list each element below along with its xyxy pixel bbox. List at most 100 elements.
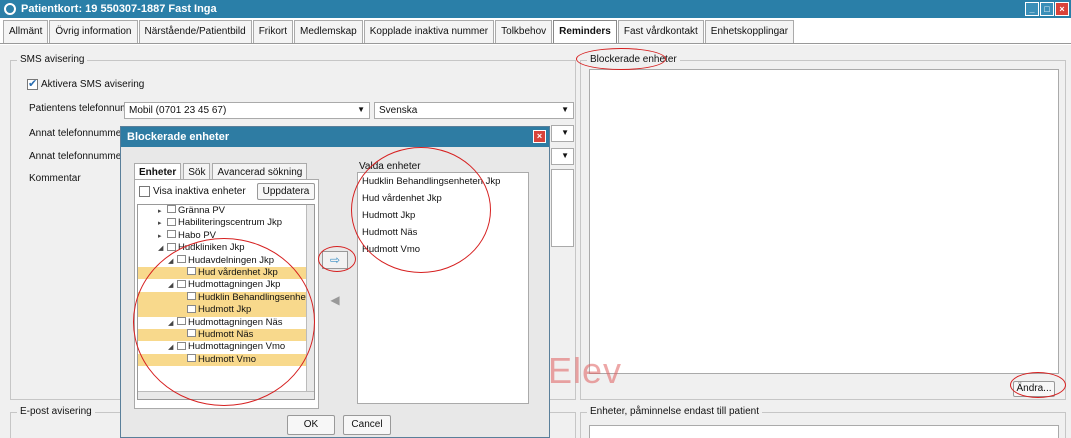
blocked-units-fieldset: Blockerade enheter Ändra... [580,54,1066,400]
unit-house-icon [187,292,196,301]
tab-frikort[interactable]: Frikort [252,20,294,43]
tab-kopplade-inaktiva-nummer[interactable]: Kopplade inaktiva nummer [363,20,495,43]
tab-övrig-information[interactable]: Övrig information [49,20,138,43]
unit-house-icon [167,242,176,251]
window-title: Patientkort: 19 550307-1887 Fast Inga [21,3,217,15]
expand-toggle-icon[interactable]: ▸ [158,206,166,218]
phone-select[interactable]: Mobil (0701 23 45 67) ▼ [124,102,370,119]
cancel-button[interactable]: Cancel [343,415,391,435]
tab-enhetskopplingar[interactable]: Enhetskopplingar [704,20,795,43]
dialog-tab-sök[interactable]: Sök [183,163,211,179]
units-tree[interactable]: ▸ Gränna PV ▸ Habiliteringscentrum Jkp ▸ Habo… [137,204,315,400]
window-controls: _ □ × [1025,2,1069,16]
unit-house-icon [167,230,176,239]
other-phone-select-1[interactable]: ▼ [551,125,574,142]
tree-node[interactable]: ▸ Habiliteringscentrum Jkp [138,217,314,229]
selected-unit-item[interactable]: Hudklin Behandlingsenheten Jkp [358,173,528,190]
selected-unit-item[interactable]: Hud vårdenhet Jkp [358,190,528,207]
show-inactive-checkbox[interactable]: Visa inaktiva enheter [139,186,246,197]
show-inactive-label: Visa inaktiva enheter [153,186,246,198]
expand-toggle-icon[interactable]: ◢ [168,256,176,268]
tree-node[interactable]: ▸ Habo PV [138,230,314,242]
dialog-tab-enheter[interactable]: Enheter [134,163,182,179]
tree-node-label: Hudkliniken Jkp [178,242,245,254]
expand-toggle-icon[interactable]: ▸ [158,231,166,243]
tab-tolkbehov[interactable]: Tolkbehov [495,20,553,43]
tree-node[interactable]: Hudmott Vmo [138,353,314,367]
tab-fast-vårdkontakt[interactable]: Fast vårdkontakt [617,20,704,43]
tab-allmänt[interactable]: Allmänt [3,20,49,43]
comment-label: Kommentar [29,173,81,184]
tree-node-label: Habiliteringscentrum Jkp [178,217,283,229]
dialog-titlebar: Blockerade enheter × [121,127,549,147]
checkbox-icon [139,186,150,197]
tree-node-label: Hudmott Näs [198,328,254,340]
expand-toggle-icon[interactable]: ◢ [168,280,176,292]
tab-reminders[interactable]: Reminders [553,20,617,43]
other-phone-select-2[interactable]: ▼ [551,148,574,165]
add-to-selected-button[interactable]: ⇨ [322,251,348,269]
unit-house-icon [187,354,196,363]
reminder-units-list[interactable] [589,425,1059,438]
tree-node-label: Hudmottagningen Jkp [188,279,281,291]
language-select-value: Svenska [379,105,418,116]
tree-node-label: Hudmott Vmo [198,353,257,365]
tree-node[interactable]: ◢ Hudmottagningen Jkp [138,279,314,291]
unit-house-icon [177,317,186,325]
expand-toggle-icon[interactable]: ◢ [168,318,176,330]
phone-select-value: Mobil (0701 23 45 67) [129,105,227,116]
maximize-icon[interactable]: □ [1040,2,1054,16]
blocked-units-legend: Blockerade enheter [587,54,680,65]
dropdown-arrow-icon: ▼ [561,151,569,160]
tab-medlemskap[interactable]: Medlemskap [294,20,363,43]
tree-node[interactable]: Hud vårdenhet Jkp [138,266,314,280]
reminder-units-legend: Enheter, påminnelse endast till patient [587,406,762,417]
comment-textarea[interactable] [551,169,574,247]
dialog-close-icon[interactable]: × [533,130,546,143]
tree-node-label: Hud vårdenhet Jkp [198,266,278,278]
update-button[interactable]: Uppdatera [257,183,315,200]
change-button[interactable]: Ändra... [1013,381,1055,397]
selected-unit-item[interactable]: Hudmott Näs [358,224,528,241]
unit-house-icon [187,267,196,276]
other-phone-label-1: Annat telefonnummer [29,128,125,139]
dialog-tab-avancerad-sökning[interactable]: Avancerad sökning [212,163,308,179]
blocked-units-list[interactable] [589,69,1059,374]
tab-närstående-patientbild[interactable]: Närstående/Patientbild [138,20,252,43]
unit-house-icon [177,279,186,288]
tree-horizontal-scrollbar[interactable] [138,391,314,399]
minimize-icon[interactable]: _ [1025,2,1039,16]
tree-node[interactable]: ◢ Hudmottagningen Näs [138,317,314,329]
activate-sms-checkbox[interactable]: Aktivera SMS avisering [27,77,145,91]
expand-toggle-icon[interactable]: ▸ [158,218,166,230]
tree-node[interactable]: ◢ Hudkliniken Jkp [138,242,314,254]
unit-house-icon [187,329,196,338]
language-select[interactable]: Svenska ▼ [374,102,574,119]
ok-button[interactable]: OK [287,415,335,435]
sms-legend: SMS avisering [17,54,88,65]
selected-units-list[interactable]: Hudklin Behandlingsenheten Jkp Hud vården… [357,172,529,404]
close-icon[interactable]: × [1055,2,1069,16]
selected-unit-item[interactable]: Hudmott Vmo [358,241,528,258]
unit-house-icon [187,304,196,313]
selected-unit-item[interactable]: Hudmott Jkp [358,207,528,224]
reminder-units-fieldset: Enheter, påminnelse endast till patient [580,406,1066,438]
tree-node[interactable]: ◢ Hudavdelningen Jkp [138,255,314,267]
unit-house-icon [167,205,176,214]
expand-toggle-icon[interactable]: ◢ [158,243,166,255]
activate-sms-label: Aktivera SMS avisering [41,79,145,91]
unit-house-icon [177,255,186,264]
expand-toggle-icon[interactable]: ◢ [168,342,176,354]
tree-node-label: Hudavdelningen Jkp [188,254,275,266]
tree-node[interactable]: ▸ Gränna PV [138,205,314,217]
tree-node[interactable]: Hudmott Jkp [138,304,314,317]
remove-from-selected-button[interactable]: ◀ [322,292,348,310]
tree-node[interactable]: ◢ Hudmottagningen Vmo [138,341,314,353]
other-phone-label-2: Annat telefonnummer [29,151,125,162]
tree-node[interactable]: Hudmott Näs [138,328,314,342]
dropdown-arrow-icon: ▼ [357,105,365,114]
tree-node-label: Hudmott Jkp [198,304,252,316]
tree-vertical-scrollbar[interactable] [306,205,314,391]
tree-node[interactable]: Hudklin Behandlingsenheten ... [138,291,314,305]
arrow-left-icon: ◀ [330,293,340,307]
